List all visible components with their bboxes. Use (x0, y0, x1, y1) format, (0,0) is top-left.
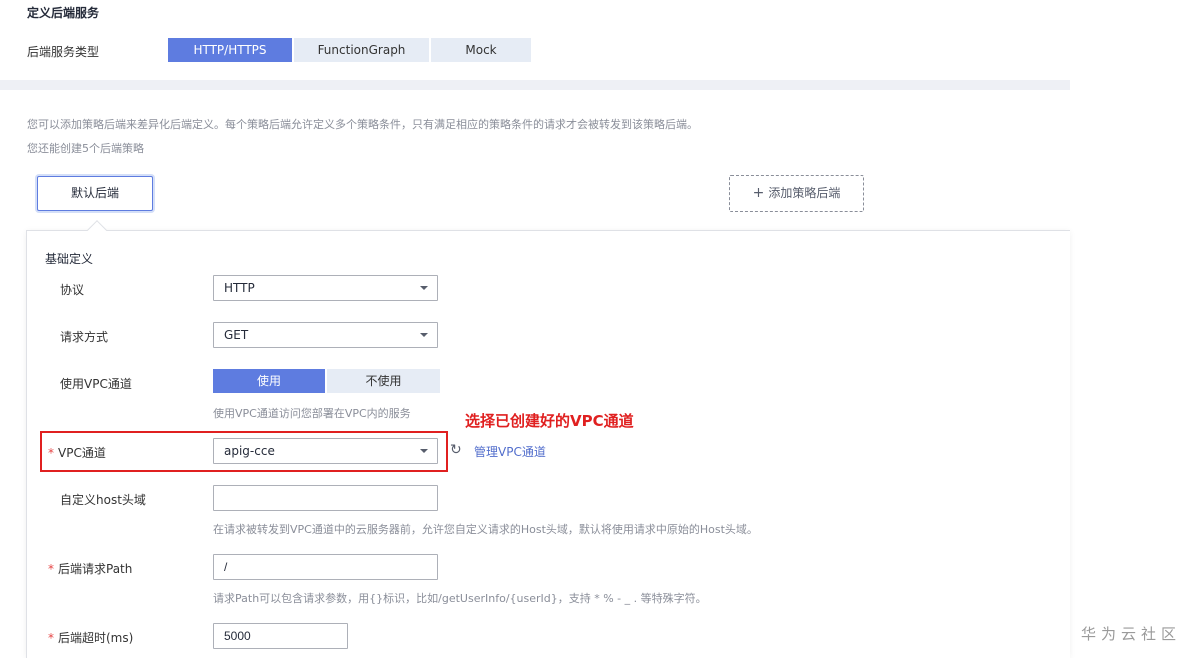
custom-host-input[interactable] (213, 485, 438, 511)
custom-host-label: 自定义host头域 (60, 493, 146, 507)
chevron-down-icon (420, 449, 428, 453)
manage-vpc-link[interactable]: 管理VPC通道 (474, 443, 546, 460)
annotation-text: 选择已创建好的VPC通道 (465, 412, 634, 430)
use-vpc-hint: 使用VPC通道访问您部署在VPC内的服务 (213, 407, 411, 420)
backend-path-label: * 后端请求Path (48, 560, 132, 577)
section-divider (0, 80, 1070, 90)
backend-path-input[interactable] (213, 554, 438, 580)
section-title: 定义后端服务 (27, 6, 100, 20)
backend-type-functiongraph[interactable]: FunctionGraph (294, 38, 431, 62)
backend-type-label: 后端服务类型 (27, 45, 100, 59)
vpc-channel-select[interactable]: apig-cce (213, 438, 438, 464)
required-marker: * (48, 562, 54, 576)
backend-type-selector: HTTP/HTTPS FunctionGraph Mock (168, 38, 531, 62)
protocol-value: HTTP (224, 281, 255, 295)
use-vpc-toggle: 使用 不使用 (213, 369, 440, 393)
add-policy-backend-label: 添加策略后端 (768, 186, 841, 200)
backend-type-mock[interactable]: Mock (431, 38, 531, 62)
timeout-input[interactable] (213, 623, 348, 649)
refresh-icon[interactable]: ↻ (450, 442, 462, 458)
custom-host-hint: 在请求被转发到VPC通道中的云服务器前，允许您自定义请求的Host头域，默认将使… (213, 523, 758, 536)
chevron-down-icon (420, 333, 428, 337)
timeout-label: * 后端超时(ms) (48, 629, 133, 646)
policy-remaining: 您还能创建5个后端策略 (27, 142, 144, 155)
policy-description: 您可以添加策略后端来差异化后端定义。每个策略后端允许定义多个策略条件，只有满足相… (27, 118, 698, 131)
vpc-channel-label-text: VPC通道 (58, 446, 106, 460)
protocol-label: 协议 (60, 283, 85, 297)
vpc-channel-label: * VPC通道 (48, 444, 106, 461)
use-vpc-label: 使用VPC通道 (60, 377, 132, 391)
watermark: 华为云社区 (1081, 625, 1182, 643)
default-backend-button[interactable]: 默认后端 (37, 176, 153, 211)
backend-path-label-text: 后端请求Path (58, 562, 133, 576)
method-label: 请求方式 (60, 330, 109, 344)
vpc-channel-value: apig-cce (224, 444, 275, 458)
required-marker: * (48, 446, 54, 460)
method-value: GET (224, 328, 249, 342)
protocol-select[interactable]: HTTP (213, 275, 438, 301)
use-vpc-no[interactable]: 不使用 (327, 369, 440, 393)
add-policy-backend-button[interactable]: + 添加策略后端 (729, 175, 864, 212)
timeout-label-text: 后端超时(ms) (58, 631, 134, 645)
backend-type-http[interactable]: HTTP/HTTPS (168, 38, 294, 62)
backend-path-hint: 请求Path可以包含请求参数，用{}标识，比如/getUserInfo/{use… (213, 592, 707, 605)
required-marker: * (48, 631, 54, 645)
group-title: 基础定义 (45, 252, 94, 266)
chevron-down-icon (420, 286, 428, 290)
method-select[interactable]: GET (213, 322, 438, 348)
plus-icon: + (752, 185, 765, 201)
use-vpc-yes[interactable]: 使用 (213, 369, 327, 393)
